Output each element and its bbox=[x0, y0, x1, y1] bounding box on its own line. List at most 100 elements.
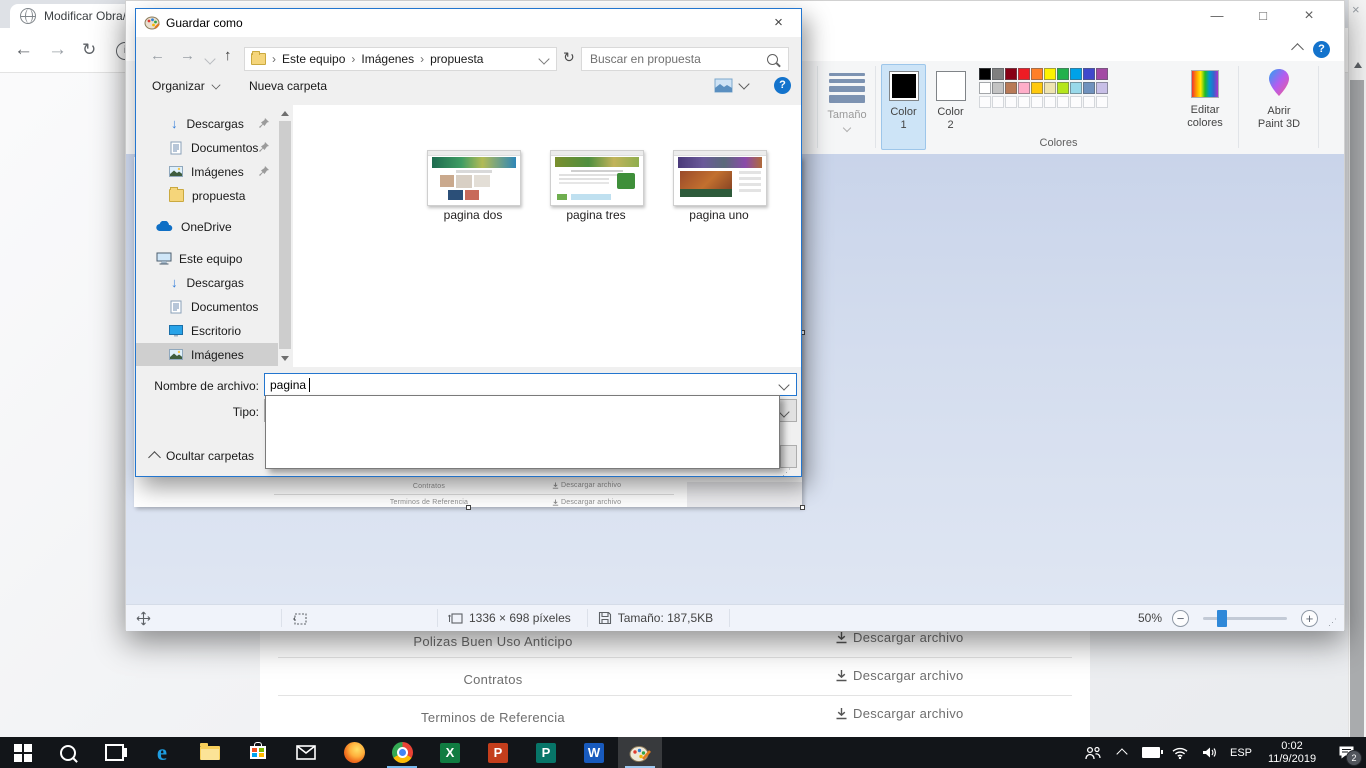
sidebar-item-imagenes[interactable]: Imágenes bbox=[136, 160, 278, 183]
close-button[interactable]: × bbox=[1286, 1, 1332, 31]
sidebar-item-escritorio[interactable]: Escritorio bbox=[136, 319, 278, 342]
view-options[interactable] bbox=[714, 78, 748, 93]
clock[interactable]: 0:0211/9/2019 bbox=[1258, 737, 1326, 768]
file-item[interactable]: pagina dos bbox=[413, 150, 533, 222]
palette-swatch[interactable] bbox=[979, 68, 991, 80]
filename-input[interactable]: pagina bbox=[264, 373, 797, 396]
task-view-button[interactable] bbox=[90, 737, 138, 768]
scroll-up-icon[interactable] bbox=[281, 111, 289, 116]
browser-reload-icon[interactable]: ↻ bbox=[82, 28, 96, 72]
palette-swatch[interactable] bbox=[1005, 68, 1017, 80]
nav-forward-icon[interactable]: → bbox=[180, 47, 195, 64]
battery-icon[interactable] bbox=[1136, 737, 1166, 768]
minimize-button[interactable]: — bbox=[1194, 1, 1240, 31]
zoom-slider[interactable] bbox=[1203, 617, 1287, 620]
palette-swatch[interactable] bbox=[1083, 68, 1095, 80]
palette-swatch[interactable] bbox=[1044, 82, 1056, 94]
taskbar-powerpoint-button[interactable]: P bbox=[474, 737, 522, 768]
taskbar-explorer-button[interactable] bbox=[186, 737, 234, 768]
palette-swatch[interactable] bbox=[1018, 68, 1030, 80]
filename-suggestions-panel[interactable] bbox=[265, 395, 780, 469]
palette-swatch[interactable] bbox=[1057, 68, 1069, 80]
sidebar-item-onedrive[interactable]: OneDrive bbox=[136, 215, 278, 238]
hidden-icons-chevron[interactable] bbox=[1108, 737, 1136, 768]
filename-dropdown-icon[interactable] bbox=[780, 381, 788, 389]
zoom-in-button[interactable]: + bbox=[1301, 610, 1318, 627]
breadcrumb-dropdown-icon[interactable] bbox=[540, 55, 548, 63]
nav-back-icon[interactable]: ← bbox=[150, 47, 165, 64]
wifi-icon[interactable] bbox=[1166, 737, 1194, 768]
palette-swatch[interactable] bbox=[1018, 82, 1030, 94]
sidebar-item-documentos[interactable]: Documentos bbox=[136, 136, 278, 159]
start-button[interactable] bbox=[0, 737, 46, 768]
breadcrumb-bar[interactable]: › Este equipo › Imágenes › propuesta bbox=[244, 47, 557, 71]
file-item[interactable]: pagina uno bbox=[659, 150, 779, 222]
palette-swatch[interactable] bbox=[992, 82, 1004, 94]
scroll-up-icon[interactable] bbox=[1354, 62, 1362, 68]
zoom-out-button[interactable]: − bbox=[1172, 610, 1189, 627]
zoom-slider-thumb[interactable] bbox=[1217, 610, 1227, 627]
canvas-resize-handle-corner[interactable] bbox=[800, 505, 805, 510]
sidebar-item-imagenes-2[interactable]: Imágenes bbox=[136, 343, 278, 366]
open-paint3d-button[interactable]: AbrirPaint 3D bbox=[1244, 65, 1314, 149]
taskbar-search-button[interactable] bbox=[46, 737, 90, 768]
people-icon[interactable] bbox=[1078, 737, 1108, 768]
sidebar-item-descargas-2[interactable]: ↓ Descargas bbox=[136, 271, 278, 294]
palette-swatch[interactable] bbox=[1057, 82, 1069, 94]
sidebar-item-propuesta[interactable]: propuesta bbox=[136, 184, 278, 207]
size-button[interactable]: Tamaño bbox=[823, 65, 871, 149]
canvas-resize-handle-bottom[interactable] bbox=[466, 505, 471, 510]
download-link[interactable]: Descargar archivo bbox=[835, 630, 964, 645]
maximize-button[interactable]: □ bbox=[1240, 1, 1286, 31]
paint-help-icon[interactable]: ? bbox=[1313, 41, 1330, 58]
palette-swatch[interactable] bbox=[1005, 82, 1017, 94]
tree-scrollbar-thumb[interactable] bbox=[279, 121, 291, 349]
dialog-help-icon[interactable]: ? bbox=[774, 77, 791, 94]
language-indicator[interactable]: ESP bbox=[1224, 737, 1258, 768]
browser-back-icon[interactable]: ← bbox=[14, 28, 33, 72]
taskbar-excel-button[interactable]: X bbox=[426, 737, 474, 768]
breadcrumb-item[interactable]: Imágenes bbox=[357, 52, 418, 66]
download-link[interactable]: Descargar archivo bbox=[835, 706, 964, 721]
taskbar-word-button[interactable]: W bbox=[570, 737, 618, 768]
filetype-dropdown-icon[interactable] bbox=[780, 408, 788, 416]
volume-icon[interactable] bbox=[1194, 737, 1224, 768]
search-input[interactable] bbox=[588, 51, 767, 67]
search-box[interactable] bbox=[581, 47, 789, 71]
palette-swatch[interactable] bbox=[1031, 82, 1043, 94]
sidebar-item-este-equipo[interactable]: Este equipo bbox=[136, 247, 278, 270]
taskbar-store-button[interactable] bbox=[234, 737, 282, 768]
palette-swatch[interactable] bbox=[979, 82, 991, 94]
download-link[interactable]: Descargar archivo bbox=[835, 668, 964, 683]
palette-swatch[interactable] bbox=[1044, 68, 1056, 80]
taskbar-mail-button[interactable] bbox=[282, 737, 330, 768]
organize-menu[interactable]: Organizar bbox=[152, 79, 220, 93]
cancel-button-partial[interactable] bbox=[780, 445, 797, 468]
file-item[interactable]: pagina tres bbox=[536, 150, 656, 222]
palette-swatch[interactable] bbox=[1070, 68, 1082, 80]
scroll-down-icon[interactable] bbox=[281, 356, 289, 361]
collapse-ribbon-icon[interactable] bbox=[1293, 45, 1302, 54]
taskbar-paint-button[interactable] bbox=[618, 737, 662, 768]
notification-center-button[interactable]: 2 bbox=[1326, 737, 1366, 768]
browser-scrollbar-thumb[interactable] bbox=[1350, 80, 1364, 737]
sidebar-item-documentos-2[interactable]: Documentos bbox=[136, 295, 278, 318]
palette-swatch[interactable] bbox=[1096, 82, 1108, 94]
palette-swatch[interactable] bbox=[1096, 68, 1108, 80]
taskbar-edge-button[interactable]: e bbox=[138, 737, 186, 768]
tree-scrollbar[interactable] bbox=[278, 105, 292, 367]
palette-swatch[interactable] bbox=[992, 68, 1004, 80]
taskbar-publisher-button[interactable]: P bbox=[522, 737, 570, 768]
breadcrumb-item[interactable]: Este equipo bbox=[278, 52, 349, 66]
dialog-resize-grip[interactable]: ⋰ bbox=[782, 467, 792, 478]
nav-up-icon[interactable]: ↑ bbox=[224, 47, 232, 64]
taskbar-firefox-button[interactable] bbox=[330, 737, 378, 768]
resize-grip[interactable]: ⋰ bbox=[1328, 617, 1338, 628]
taskbar-chrome-button[interactable] bbox=[378, 737, 426, 768]
nav-history-icon[interactable] bbox=[206, 55, 214, 63]
sidebar-item-descargas[interactable]: ↓ Descargas bbox=[136, 112, 278, 135]
hide-folders-button[interactable]: Ocultar carpetas bbox=[150, 449, 254, 463]
palette-swatch[interactable] bbox=[1031, 68, 1043, 80]
palette-swatch[interactable] bbox=[1070, 82, 1082, 94]
browser-forward-icon[interactable]: → bbox=[48, 28, 67, 72]
